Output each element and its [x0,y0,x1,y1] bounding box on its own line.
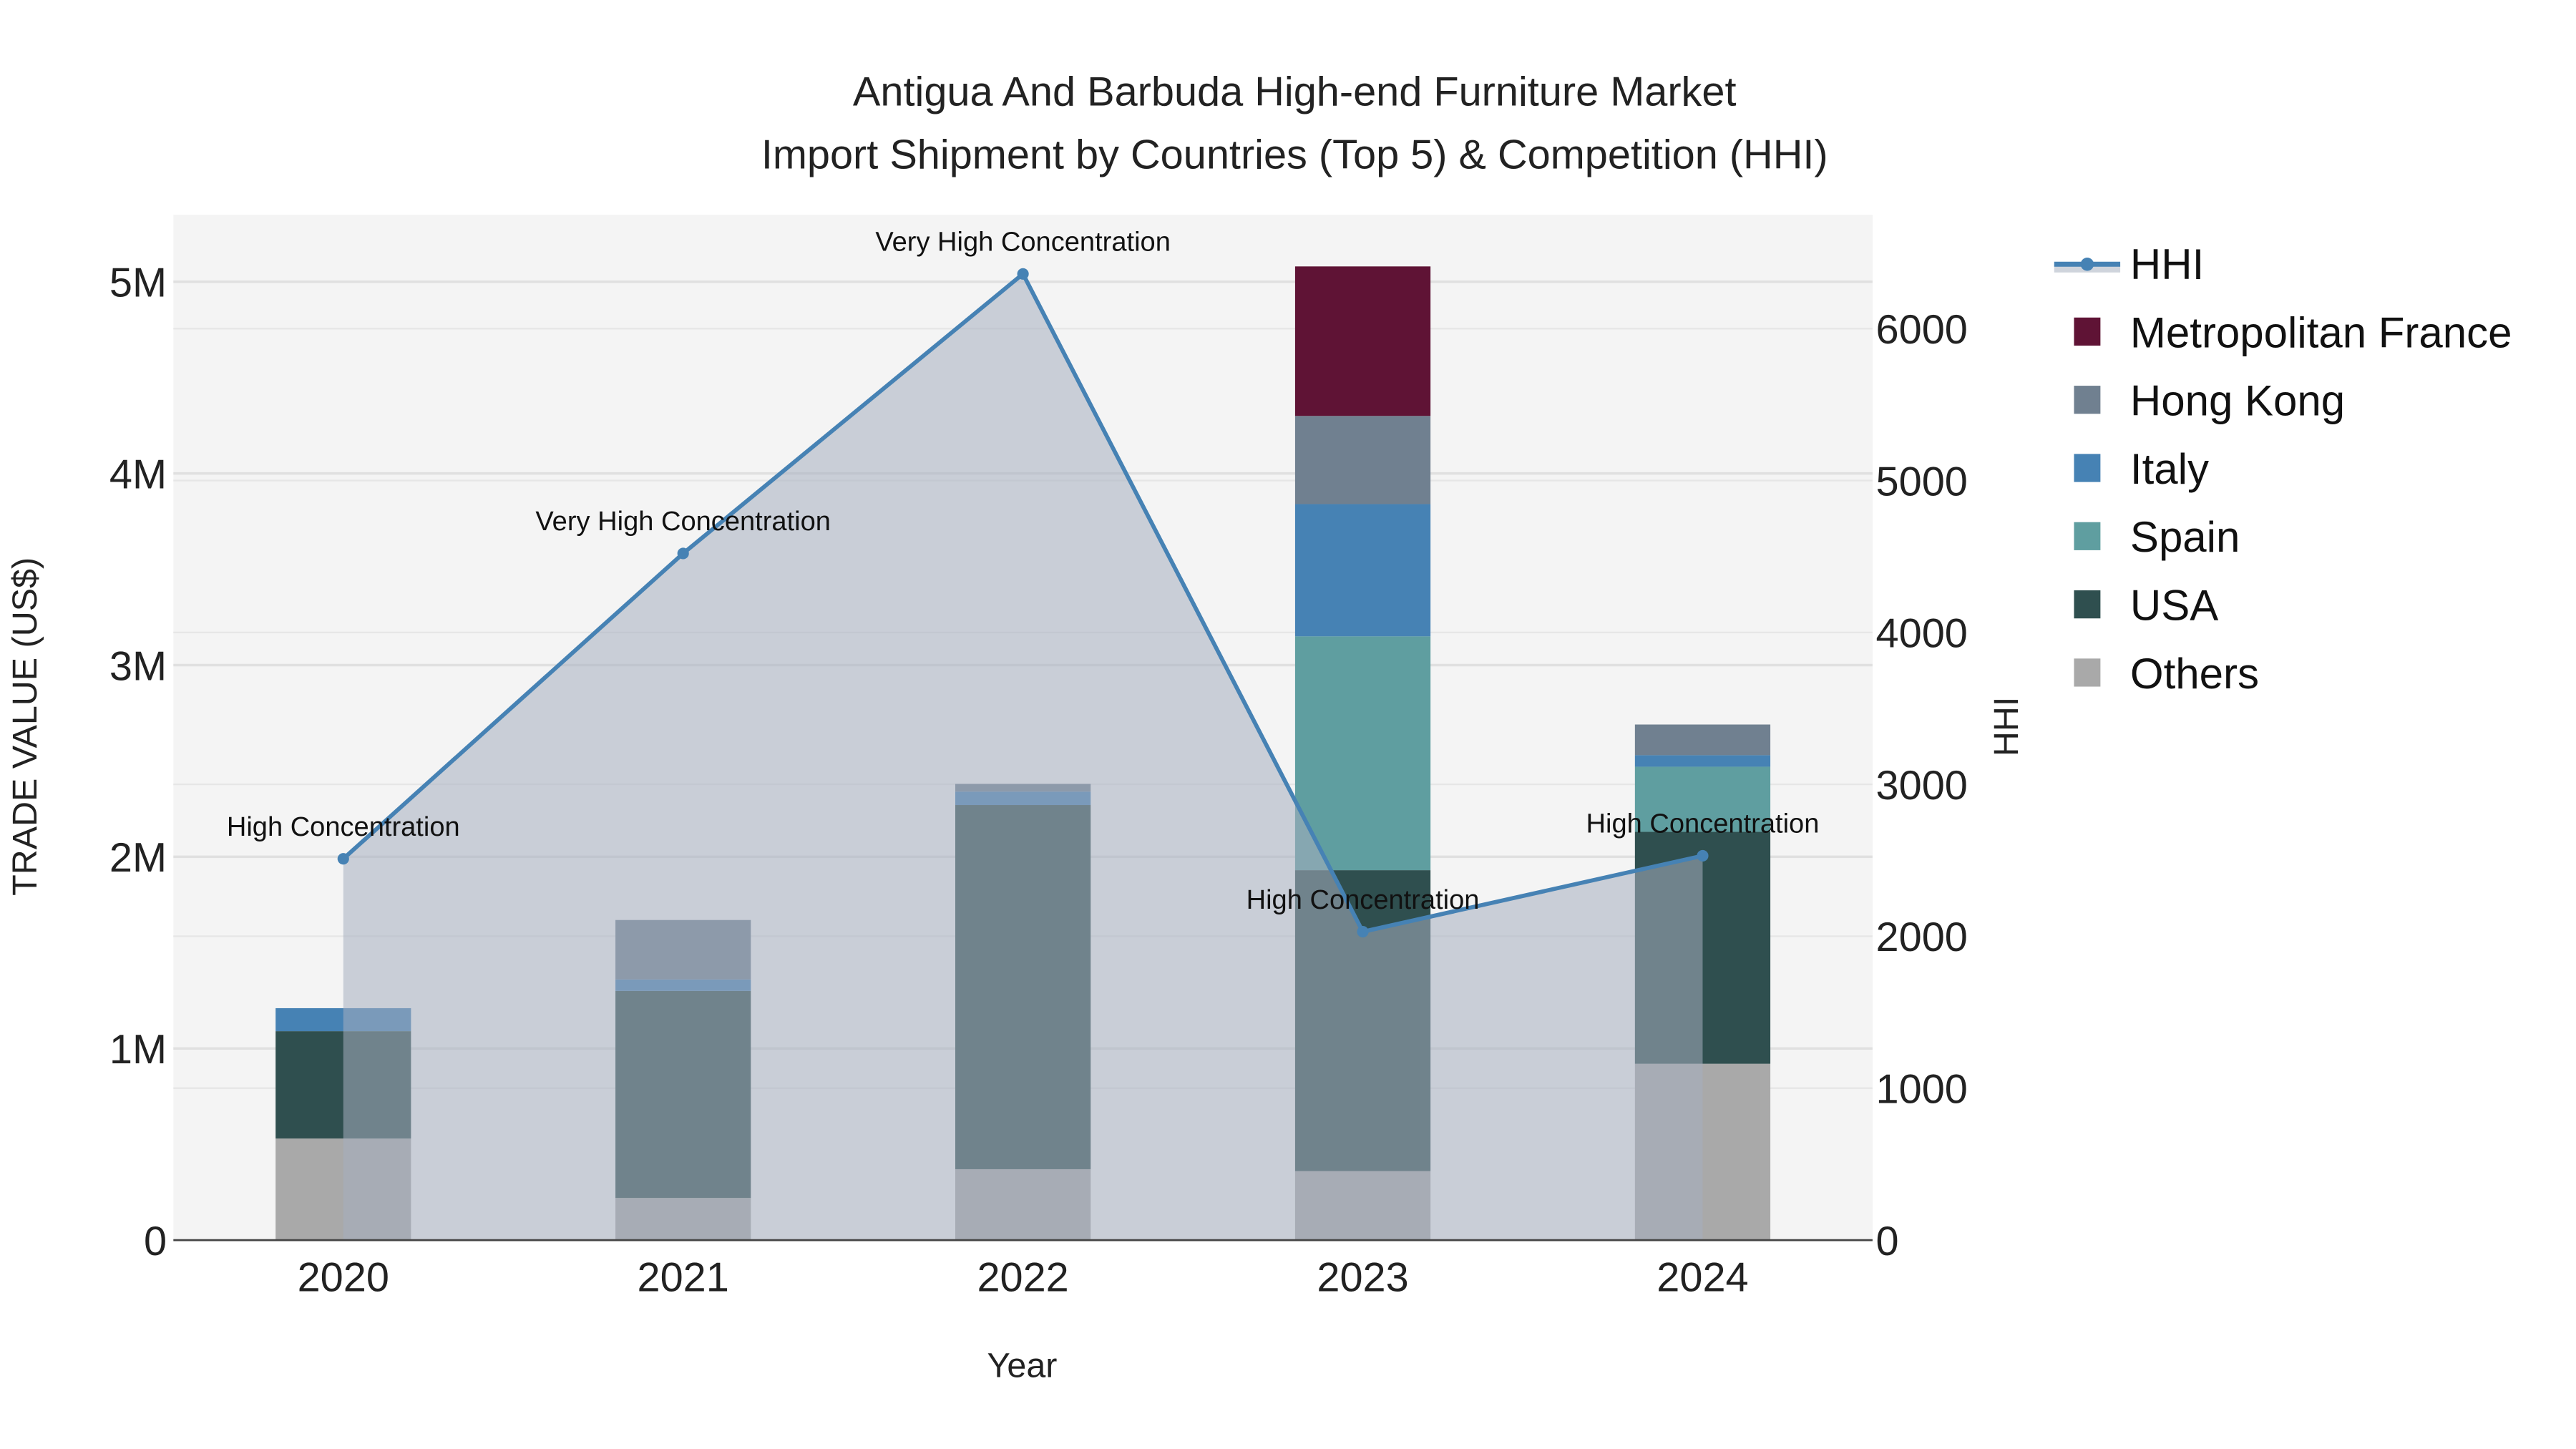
hhi-annotation: High Concentration [227,812,460,842]
legend-swatch [2074,658,2101,687]
x-tick-label: 2022 [977,1255,1068,1301]
legend-label: Spain [2130,513,2240,561]
hhi-point [677,547,689,560]
x-tick-label: 2020 [298,1255,389,1301]
legend-hhi-marker [2080,258,2094,271]
legend-swatch [2074,454,2101,482]
y-tick-label: 0 [144,1219,167,1264]
bar-italy [1634,755,1771,767]
legend-swatch [2074,317,2101,346]
bar-hong-kong [1294,416,1431,504]
hhi-annotation: High Concentration [1246,885,1480,915]
hhi-point [1357,926,1369,938]
y2-tick-label: 1000 [1876,1067,1968,1113]
x-tick-label: 2021 [638,1255,729,1301]
bar-italy [1294,504,1431,637]
y-tick-label: 2M [109,835,167,881]
legend-label: HHI [2130,240,2204,288]
chart: Antigua And Barbuda High-end Furniture M… [6,69,2512,1385]
legend-swatch [2074,522,2101,550]
hhi-point [1017,268,1029,280]
hhi-annotation: High Concentration [1586,809,1820,839]
bar-spain [1294,636,1431,871]
x-axis-label: Year [987,1347,1058,1385]
bar-metropolitan-france [1294,266,1431,416]
y2-tick-label: 6000 [1876,307,1968,353]
y2-tick-label: 2000 [1876,914,1968,960]
x-tick-label: 2024 [1657,1255,1748,1301]
hhi-annotation: Very High Concentration [535,507,831,537]
x-tick-label: 2023 [1317,1255,1408,1301]
legend-label: Others [2130,650,2259,698]
y-tick-label: 4M [109,452,167,497]
hhi-point [337,853,349,865]
y2-axis-label: HHI [1987,697,2026,756]
hhi-point [1697,849,1709,862]
legend-label: Hong Kong [2130,377,2345,425]
legend-label: Metropolitan France [2130,308,2512,356]
y2-tick-label: 3000 [1876,763,1968,809]
legend-label: Italy [2130,445,2209,493]
hhi-annotation: Very High Concentration [875,227,1171,257]
legend-swatch [2074,590,2101,619]
y2-tick-label: 0 [1876,1219,1899,1264]
chart-title: Antigua And Barbuda High-end Furniture M… [853,69,1737,115]
y-tick-label: 5M [109,260,167,306]
chart-subtitle: Import Shipment by Countries (Top 5) & C… [761,132,1828,177]
y-tick-label: 3M [109,643,167,689]
y2-tick-label: 4000 [1876,611,1968,657]
y-axis-label: TRADE VALUE (US$) [6,557,44,896]
y2-tick-label: 5000 [1876,459,1968,504]
legend-swatch [2074,386,2101,414]
bar-hong-kong [1634,724,1771,756]
y-tick-label: 1M [109,1027,167,1073]
legend-label: USA [2130,582,2218,630]
